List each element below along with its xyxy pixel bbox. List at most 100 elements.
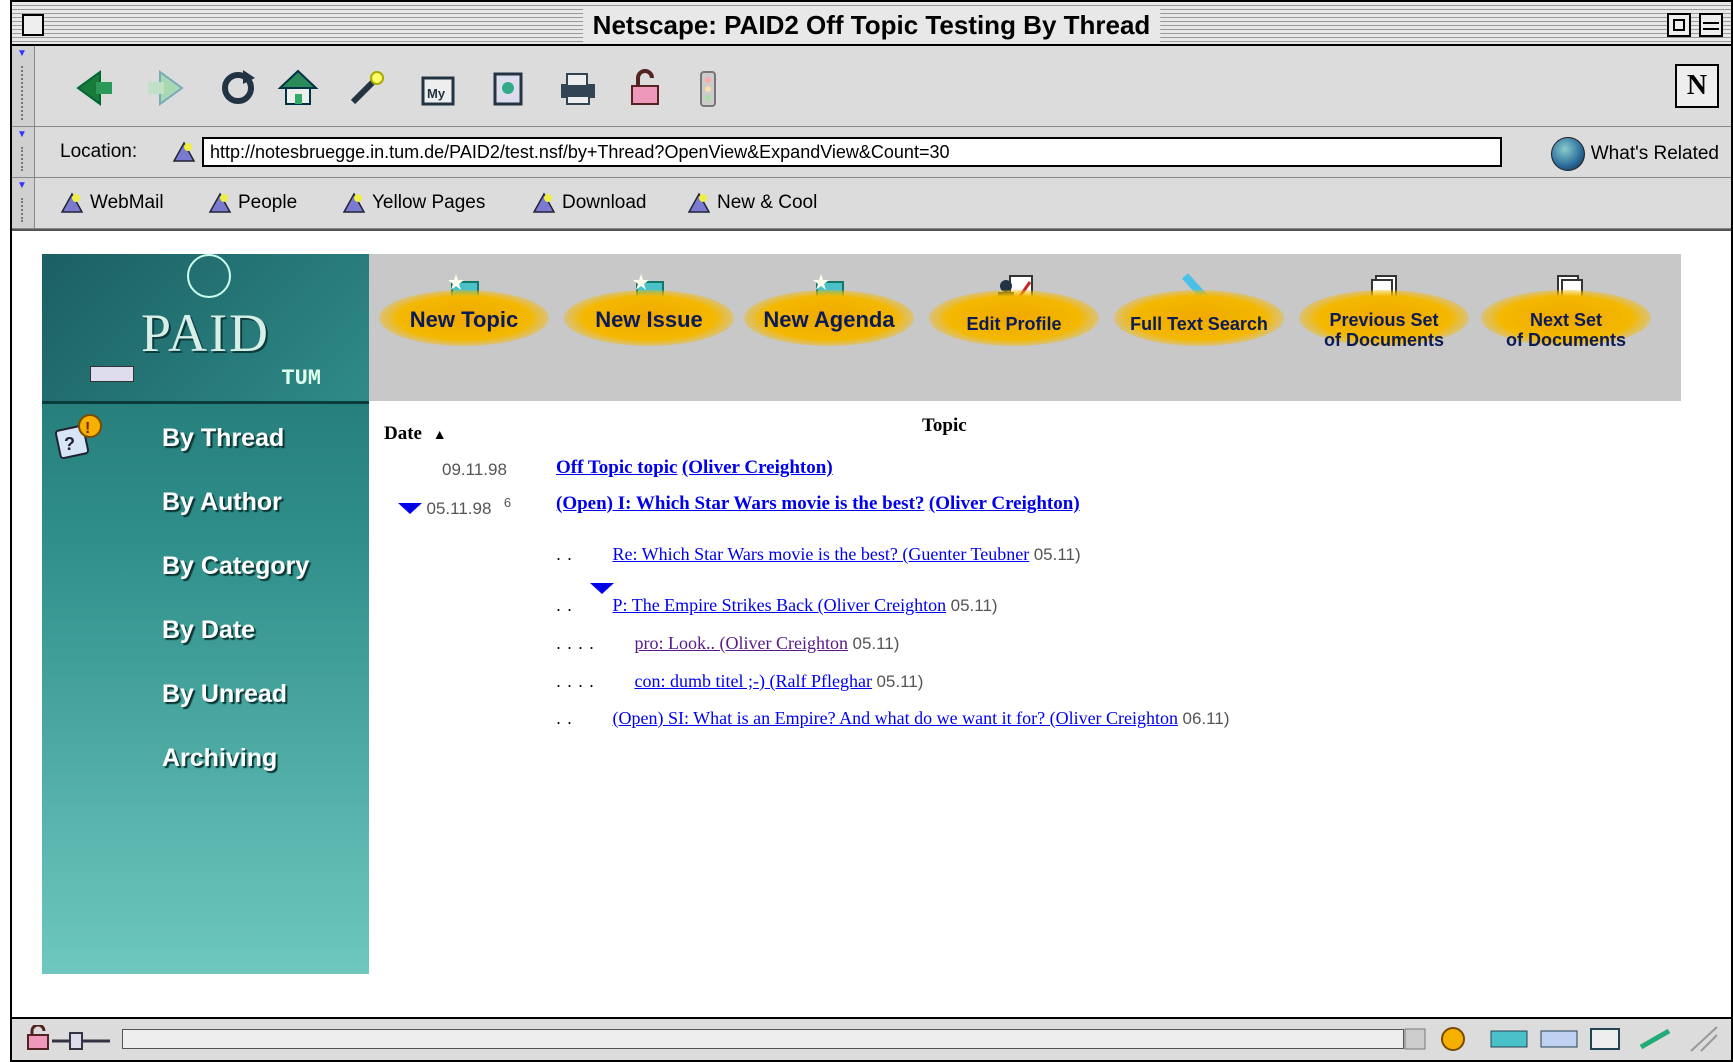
toolbar-grip[interactable] <box>12 178 35 228</box>
title-bar[interactable]: Netscape: PAID2 Off Topic Testing By Thr… <box>12 2 1731 46</box>
location-input[interactable]: http://notesbruegge.in.tum.de/PAID2/test… <box>202 137 1502 167</box>
next-set-label: Next Set of Documents <box>1481 310 1651 350</box>
svg-text:My: My <box>427 86 446 101</box>
sidebar: PAID TUM ? ! By Thread By Author By Cate… <box>42 254 369 974</box>
paid-logo: PAID TUM <box>42 254 369 404</box>
next-set-button[interactable]: Next Set of Documents <box>1481 272 1651 352</box>
table-row: .. (Open) SI: What is an Empire? And wha… <box>556 708 1230 729</box>
sidebar-item-by-category[interactable]: By Category <box>162 552 309 581</box>
edit-profile-button[interactable]: Edit Profile <box>929 272 1099 352</box>
row-date: 05.11) <box>876 672 924 691</box>
topic-link[interactable]: (Open) SI: What is an Empire? And what d… <box>613 708 1179 728</box>
bookmark-icon <box>532 192 556 213</box>
indent-dots: .... <box>556 671 601 691</box>
previous-set-line1: Previous Set <box>1329 310 1439 330</box>
sidebar-item-by-thread[interactable]: By Thread <box>162 424 284 453</box>
toolbar-grip[interactable] <box>12 127 35 177</box>
topic-link[interactable]: (Open) I: Which Star Wars movie is the b… <box>556 493 924 514</box>
bookmark-webmail[interactable]: WebMail <box>60 190 164 216</box>
bookmark-download[interactable]: Download <box>532 190 647 216</box>
forward-icon[interactable] <box>144 68 186 108</box>
window-title: Netscape: PAID2 Off Topic Testing By Thr… <box>582 8 1161 43</box>
sidebar-item-archiving[interactable]: Archiving <box>162 744 277 773</box>
netscape-logo[interactable]: N <box>1675 64 1719 108</box>
mercedes-star-icon <box>187 254 231 298</box>
new-agenda-label: New Agenda <box>763 307 895 332</box>
topic-link[interactable]: pro: Look.. (Oliver Creighton <box>635 633 848 653</box>
indent-dots: .. <box>556 595 579 615</box>
bookmark-people[interactable]: People <box>208 190 297 216</box>
indent-dots: .. <box>556 708 579 728</box>
status-bar <box>12 1017 1731 1060</box>
images-icon[interactable] <box>487 68 529 108</box>
collapse-box[interactable] <box>1699 13 1723 37</box>
author-link[interactable]: (Oliver Creighton) <box>929 493 1080 514</box>
security-icon[interactable] <box>624 68 666 108</box>
full-text-search-label: Full Text Search <box>1130 314 1268 334</box>
table-row: .... pro: Look.. (Oliver Creighton 05.11… <box>556 633 899 654</box>
sort-ascending-icon[interactable]: ▲ <box>433 428 447 443</box>
expand-triangle-icon[interactable] <box>590 583 614 594</box>
topic-column-header: Topic <box>922 415 967 436</box>
row-date: 06.11) <box>1182 709 1230 728</box>
date-column-header[interactable]: Date ▲ <box>384 423 447 445</box>
home-icon[interactable] <box>277 68 319 108</box>
new-issue-button[interactable]: New Issue <box>564 272 734 352</box>
previous-set-button[interactable]: Previous Set of Documents <box>1299 272 1469 352</box>
indent-dots: .... <box>556 633 601 653</box>
table-row: .. Re: Which Star Wars movie is the best… <box>556 544 1081 565</box>
sidebar-item-by-date[interactable]: By Date <box>162 616 255 645</box>
browser-window: Netscape: PAID2 Off Topic Testing By Thr… <box>10 0 1733 1062</box>
row-date: 05.11) <box>1033 545 1081 564</box>
author-link[interactable]: (Oliver Creighton) <box>682 457 833 478</box>
toolbar-grip[interactable] <box>12 46 35 126</box>
table-row: Off Topic topic (Oliver Creighton) <box>556 457 833 479</box>
security-lock-icon[interactable] <box>24 1025 114 1053</box>
thread-view-icon: ? ! <box>54 414 102 460</box>
topic-link[interactable]: con: dumb titel ;-) (Ralf Pfleghar <box>635 671 872 691</box>
topic-link[interactable]: P: The Empire Strikes Back (Oliver Creig… <box>613 595 947 615</box>
full-text-search-button[interactable]: Full Text Search <box>1114 272 1284 352</box>
my-netscape-icon[interactable]: My <box>417 68 459 108</box>
indent-dots: .. <box>556 544 579 564</box>
reload-icon[interactable] <box>217 68 259 108</box>
back-icon[interactable] <box>74 68 116 108</box>
table-row: 09.11.98 <box>442 459 507 480</box>
new-topic-label: New Topic <box>409 307 519 332</box>
component-bar-icons[interactable] <box>1401 1025 1721 1053</box>
page-proxy-icon[interactable] <box>172 139 196 165</box>
search-icon[interactable] <box>347 68 389 108</box>
response-count: 6 <box>503 495 512 510</box>
bookmark-label: Download <box>562 192 647 213</box>
next-set-line1: Next Set <box>1529 310 1603 330</box>
table-row: .. P: The Empire Strikes Back (Oliver Cr… <box>556 595 998 616</box>
tum-logo: TUM <box>281 366 321 391</box>
bookmark-icon <box>687 192 711 213</box>
bookmark-icon <box>208 192 232 213</box>
edit-profile-label: Edit Profile <box>966 314 1062 334</box>
bookmark-label: WebMail <box>90 192 164 213</box>
location-toolbar: Location: http://notesbruegge.in.tum.de/… <box>12 127 1731 178</box>
sidebar-item-by-author[interactable]: By Author <box>162 488 282 517</box>
row-date: 05.11) <box>852 634 900 653</box>
bookmark-new-cool[interactable]: New & Cool <box>687 190 817 216</box>
topic-link[interactable]: Off Topic topic <box>556 457 677 478</box>
whats-related-button[interactable]: What's Related <box>1550 137 1719 171</box>
new-issue-label: New Issue <box>595 307 703 332</box>
previous-set-label: Previous Set of Documents <box>1299 310 1469 350</box>
close-box[interactable] <box>22 14 44 36</box>
progress-bar <box>122 1029 1404 1049</box>
new-topic-button[interactable]: New Topic <box>379 272 549 352</box>
bookmark-label: People <box>238 192 298 213</box>
print-icon[interactable] <box>557 68 599 108</box>
new-agenda-button[interactable]: New Agenda <box>744 272 914 352</box>
topic-link[interactable]: Re: Which Star Wars movie is the best? (… <box>613 544 1030 564</box>
expand-triangle-icon[interactable] <box>398 503 422 514</box>
stop-icon[interactable] <box>687 68 729 108</box>
row-date: 05.11.98 <box>426 499 492 518</box>
sidebar-item-by-unread[interactable]: By Unread <box>162 680 287 709</box>
zoom-box[interactable] <box>1667 13 1691 37</box>
bookmark-yellow-pages[interactable]: Yellow Pages <box>342 190 485 216</box>
bookmark-label: Yellow Pages <box>372 192 486 213</box>
table-row: (Open) I: Which Star Wars movie is the b… <box>556 493 1080 515</box>
